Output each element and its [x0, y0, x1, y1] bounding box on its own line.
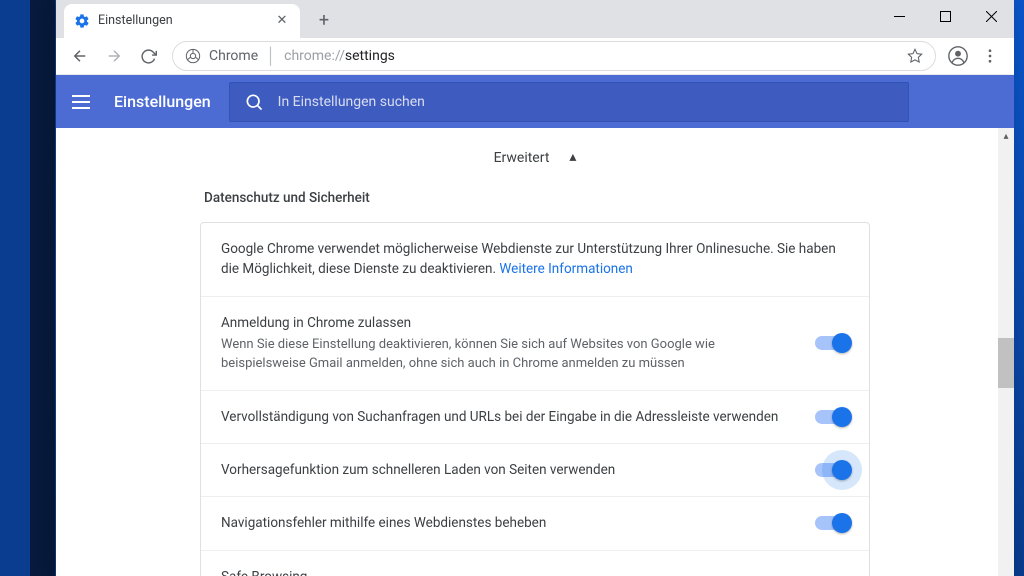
hamburger-menu-button[interactable] — [72, 90, 96, 114]
desktop-background-accent — [30, 0, 55, 576]
setting-row-signin: Anmeldung in Chrome zulassen Wenn Sie di… — [201, 297, 869, 391]
chevron-up-icon: ▴ — [569, 149, 576, 165]
settings-search-input[interactable] — [278, 94, 894, 110]
url-separator: │ — [266, 46, 276, 66]
desktop-background-right — [1014, 0, 1024, 576]
scrollbar-thumb[interactable] — [998, 338, 1014, 388]
tab-title: Einstellungen — [98, 13, 274, 28]
settings-scroll-area[interactable]: Erweitert ▴ Datenschutz und Sicherheit G… — [56, 128, 1014, 576]
profile-avatar-button[interactable] — [944, 42, 972, 70]
setting-text: Vervollständigung von Suchanfragen und U… — [221, 407, 791, 427]
privacy-intro-text: Google Chrome verwendet möglicherweise W… — [221, 239, 849, 280]
back-button[interactable] — [64, 40, 96, 72]
privacy-section: Datenschutz und Sicherheit Google Chrome… — [200, 190, 870, 576]
bookmark-star-icon[interactable] — [907, 48, 923, 64]
toggle-prefetch[interactable] — [815, 463, 849, 477]
privacy-card: Google Chrome verwendet möglicherweise W… — [200, 222, 870, 576]
settings-content: Erweitert ▴ Datenschutz und Sicherheit G… — [56, 128, 1014, 576]
settings-title: Einstellungen — [114, 92, 211, 111]
privacy-section-heading: Datenschutz und Sicherheit — [200, 190, 870, 222]
tab-strip: Einstellungen ✕ + — [56, 0, 1014, 38]
forward-button[interactable] — [98, 40, 130, 72]
setting-text: Safe Browsing — [221, 567, 849, 576]
window-close-button[interactable] — [968, 0, 1014, 32]
privacy-intro-row: Google Chrome verwendet möglicherweise W… — [201, 223, 869, 297]
window-minimize-button[interactable] — [876, 0, 922, 32]
toggle-signin[interactable] — [815, 336, 849, 350]
window-maximize-button[interactable] — [922, 0, 968, 32]
settings-search-box[interactable] — [229, 82, 909, 122]
setting-row-naverror: Navigationsfehler mithilfe eines Webdien… — [201, 497, 869, 550]
advanced-expander[interactable]: Erweitert ▴ — [56, 128, 1014, 190]
menu-button[interactable] — [974, 40, 1006, 72]
reload-button[interactable] — [132, 40, 164, 72]
desktop-background-left — [0, 0, 30, 576]
window-controls — [876, 0, 1014, 32]
chrome-icon — [185, 48, 201, 64]
url-scheme-label: Chrome — [209, 48, 258, 64]
scrollbar-up-arrow-icon[interactable]: ▴ — [998, 128, 1014, 144]
new-tab-button[interactable]: + — [310, 7, 338, 35]
gear-icon — [74, 13, 90, 29]
settings-header: Einstellungen — [56, 75, 1014, 128]
toggle-autocomplete[interactable] — [815, 410, 849, 424]
address-bar[interactable]: Chrome │ chrome://settings — [172, 41, 936, 71]
search-icon — [244, 92, 264, 112]
tab-settings[interactable]: Einstellungen ✕ — [64, 4, 300, 38]
url-path: settings — [345, 48, 395, 64]
setting-row-autocomplete: Vervollständigung von Suchanfragen und U… — [201, 391, 869, 444]
content-scrollbar[interactable]: ▴ — [998, 128, 1014, 576]
toggle-naverror[interactable] — [815, 516, 849, 530]
url-path-prefix: chrome:// — [284, 48, 345, 64]
setting-text: Vorhersagefunktion zum schnelleren Laden… — [221, 460, 791, 480]
advanced-expander-label: Erweitert — [494, 150, 550, 166]
setting-text: Anmeldung in Chrome zulassen Wenn Sie di… — [221, 313, 791, 374]
toolbar: Chrome │ chrome://settings — [56, 38, 1014, 76]
setting-row-safebrowsing: Safe Browsing — [201, 551, 869, 576]
setting-text: Navigationsfehler mithilfe eines Webdien… — [221, 513, 791, 533]
close-tab-button[interactable]: ✕ — [274, 13, 290, 29]
chrome-window: Einstellungen ✕ + Chrome │ chrome://sett… — [56, 0, 1014, 576]
setting-row-prefetch: Vorhersagefunktion zum schnelleren Laden… — [201, 444, 869, 497]
learn-more-link[interactable]: Weitere Informationen — [499, 261, 633, 277]
